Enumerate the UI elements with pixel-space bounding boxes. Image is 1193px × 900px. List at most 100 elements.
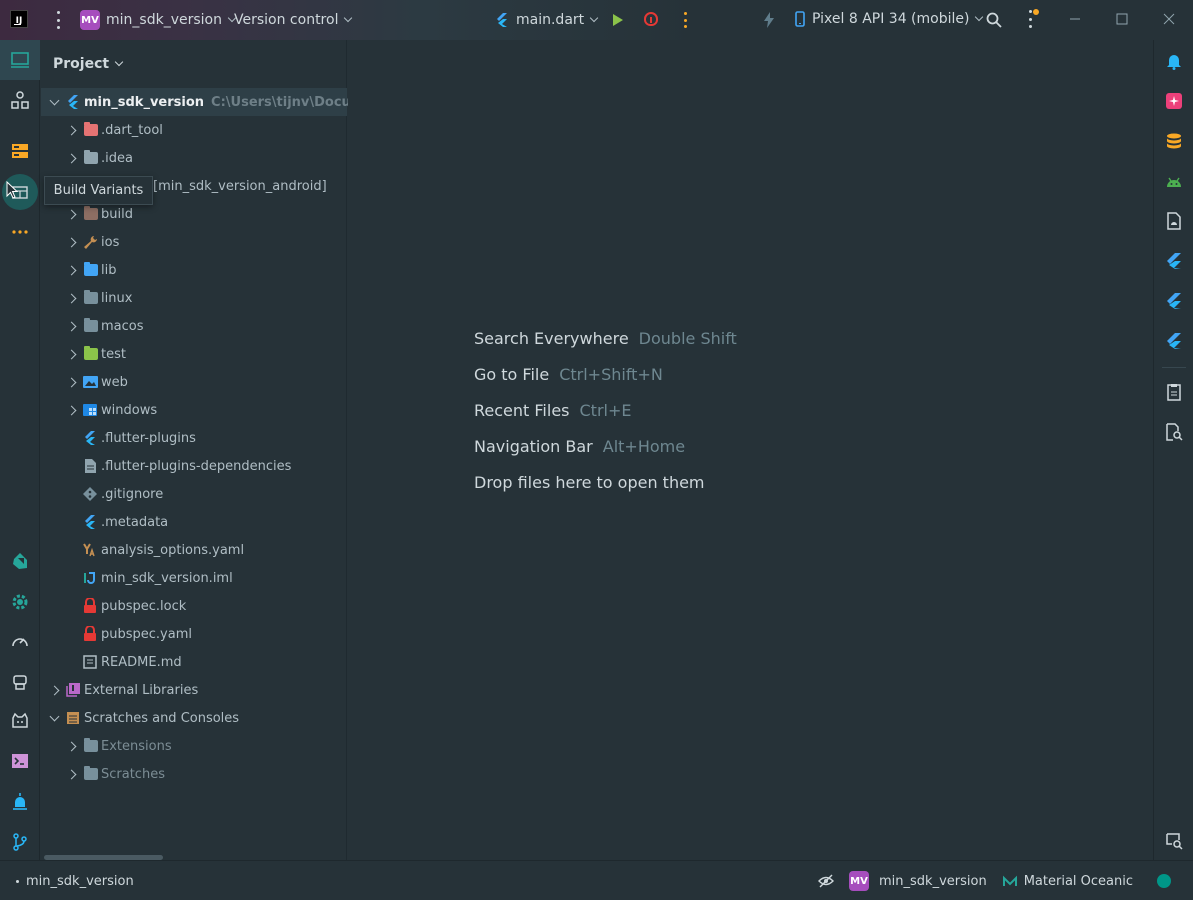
project-selector[interactable]: MV min_sdk_version: [80, 10, 237, 30]
tree-item-flutter-plugins-dependencies[interactable]: .flutter-plugins-dependencies: [41, 452, 347, 480]
chevron-right-icon: [66, 125, 77, 135]
chevron-down-icon: [975, 12, 984, 22]
notifications-button[interactable]: [1164, 51, 1184, 71]
tree-item-linux[interactable]: linux: [41, 284, 347, 312]
flutter-performance-button[interactable]: [1164, 331, 1184, 351]
build-variants-tooltip: Build Variants: [44, 176, 153, 205]
logcat-button[interactable]: [8, 710, 32, 734]
resource-manager-button[interactable]: [8, 139, 32, 163]
tree-item-iml-file[interactable]: min_sdk_version.iml: [41, 564, 347, 592]
inspect-code-button[interactable]: [1164, 831, 1184, 851]
minimize-icon[interactable]: [1068, 12, 1082, 26]
dart-analysis-button[interactable]: [8, 550, 32, 574]
title-bar: IJ MV min_sdk_version Version control ma…: [0, 0, 1193, 40]
tree-item-label: .flutter-plugins-dependencies: [101, 458, 292, 474]
theme-color-indicator[interactable]: [1157, 874, 1171, 888]
status-project-name[interactable]: min_sdk_version: [879, 874, 987, 889]
status-theme-name[interactable]: Material Oceanic: [1024, 874, 1133, 889]
device-selector[interactable]: Pixel 8 API 34 (mobile): [795, 11, 984, 27]
close-icon[interactable]: [1162, 12, 1176, 26]
tree-item-scratches-and-consoles[interactable]: Scratches and Consoles: [41, 704, 347, 732]
database-button[interactable]: [1164, 131, 1184, 151]
image-folder-icon: [83, 376, 98, 388]
tree-item-metadata[interactable]: .metadata: [41, 508, 347, 536]
right-tool-stripe: [1153, 40, 1193, 860]
android-icon: [1167, 177, 1181, 187]
tree-item-external-libraries[interactable]: External Libraries: [41, 676, 347, 704]
chevron-down-icon: [49, 95, 60, 105]
tree-item-gitignore[interactable]: .gitignore: [41, 480, 347, 508]
flutter-icon: [1167, 333, 1181, 349]
folder-icon: [84, 318, 98, 332]
library-icon: [66, 683, 80, 697]
more-horizontal-icon: [12, 230, 28, 234]
version-control-button[interactable]: [8, 830, 32, 854]
running-devices-button[interactable]: [1164, 211, 1184, 231]
tree-item-scratches[interactable]: Scratches: [41, 760, 347, 788]
tree-item-web[interactable]: web: [41, 368, 347, 396]
tree-item-flutter-plugins[interactable]: .flutter-plugins: [41, 424, 347, 452]
tree-item-lib[interactable]: lib: [41, 256, 347, 284]
tree-item-readme[interactable]: README.md: [41, 648, 347, 676]
tree-item-analysis-options[interactable]: analysis_options.yaml: [41, 536, 347, 564]
flutter-outline-button[interactable]: [1164, 291, 1184, 311]
eye-off-icon[interactable]: [818, 873, 835, 889]
tree-item-ios[interactable]: ios: [41, 228, 347, 256]
search-button[interactable]: [986, 12, 1002, 28]
run-button[interactable]: [613, 14, 623, 26]
tree-item-test[interactable]: test: [41, 340, 347, 368]
editor-empty-hints: Search Everywhere Double Shift Go to Fil…: [474, 320, 737, 500]
device-file-icon: [1167, 212, 1181, 230]
tree-item-pubspec-lock[interactable]: pubspec.lock: [41, 592, 347, 620]
flutter-icon: [1167, 253, 1181, 269]
tree-item-macos[interactable]: macos: [41, 312, 347, 340]
tree-item-min-sdk-version[interactable]: min_sdk_version C:\Users\tijnv\Document: [41, 88, 389, 116]
hint-shortcut: Alt+Home: [602, 436, 686, 456]
vcs-menu[interactable]: Version control: [234, 12, 353, 28]
status-breadcrumb[interactable]: min_sdk_version: [16, 874, 134, 889]
profiler-button[interactable]: [8, 630, 32, 654]
clipboard-button[interactable]: [1164, 382, 1184, 402]
status-project-badge[interactable]: MV: [849, 871, 870, 891]
tree-item-extensions[interactable]: Extensions: [41, 732, 347, 760]
flutter-icon: [1167, 293, 1181, 309]
left-tool-stripe: [0, 40, 40, 860]
main-menu-icon[interactable]: [52, 11, 64, 29]
tree-item-label: Scratches: [101, 766, 165, 782]
intellij-logo-icon[interactable]: IJ: [10, 10, 28, 28]
flutter-inspector-button[interactable]: [1164, 251, 1184, 271]
problems-button[interactable]: [8, 790, 32, 814]
tree-item-dart-tool[interactable]: .dart_tool: [41, 116, 347, 144]
more-actions-button[interactable]: [683, 12, 687, 28]
settings-tool-button[interactable]: [8, 590, 32, 614]
windows-folder-icon: [83, 404, 97, 416]
tree-item-pubspec-yaml[interactable]: pubspec.yaml: [41, 620, 347, 648]
run-config-selector[interactable]: main.dart: [496, 12, 599, 28]
updates-button[interactable]: [1028, 9, 1039, 28]
maximize-icon[interactable]: [1115, 12, 1129, 26]
tree-item-idea[interactable]: .idea: [41, 144, 347, 172]
sparkle-icon: [1166, 93, 1182, 109]
file-search-icon: [1166, 423, 1183, 441]
structure-tool-button[interactable]: [8, 88, 32, 112]
git-file-icon: [83, 487, 97, 501]
cat-icon: [12, 712, 28, 728]
debug-button[interactable]: [644, 12, 658, 26]
flash-button[interactable]: [763, 12, 775, 28]
device-manager-right-button[interactable]: [1164, 171, 1184, 191]
project-panel-title: Project: [53, 56, 110, 72]
gemini-button[interactable]: [1164, 91, 1184, 111]
device-manager-button[interactable]: [8, 670, 32, 694]
folder-icon: [84, 290, 98, 304]
folder-icon: [84, 346, 98, 360]
material-theme-icon: [1002, 875, 1017, 886]
project-view-selector[interactable]: Project: [53, 56, 124, 72]
chevron-right-icon: [49, 685, 60, 695]
project-tool-button[interactable]: [0, 40, 40, 80]
tree-item-windows[interactable]: windows: [41, 396, 347, 424]
editor-area[interactable]: Search Everywhere Double Shift Go to Fil…: [348, 40, 1152, 860]
more-tools-button[interactable]: [8, 220, 32, 244]
file-search-button[interactable]: [1164, 422, 1184, 442]
tree-item-label: .idea: [101, 150, 133, 166]
terminal-button[interactable]: [8, 749, 32, 773]
